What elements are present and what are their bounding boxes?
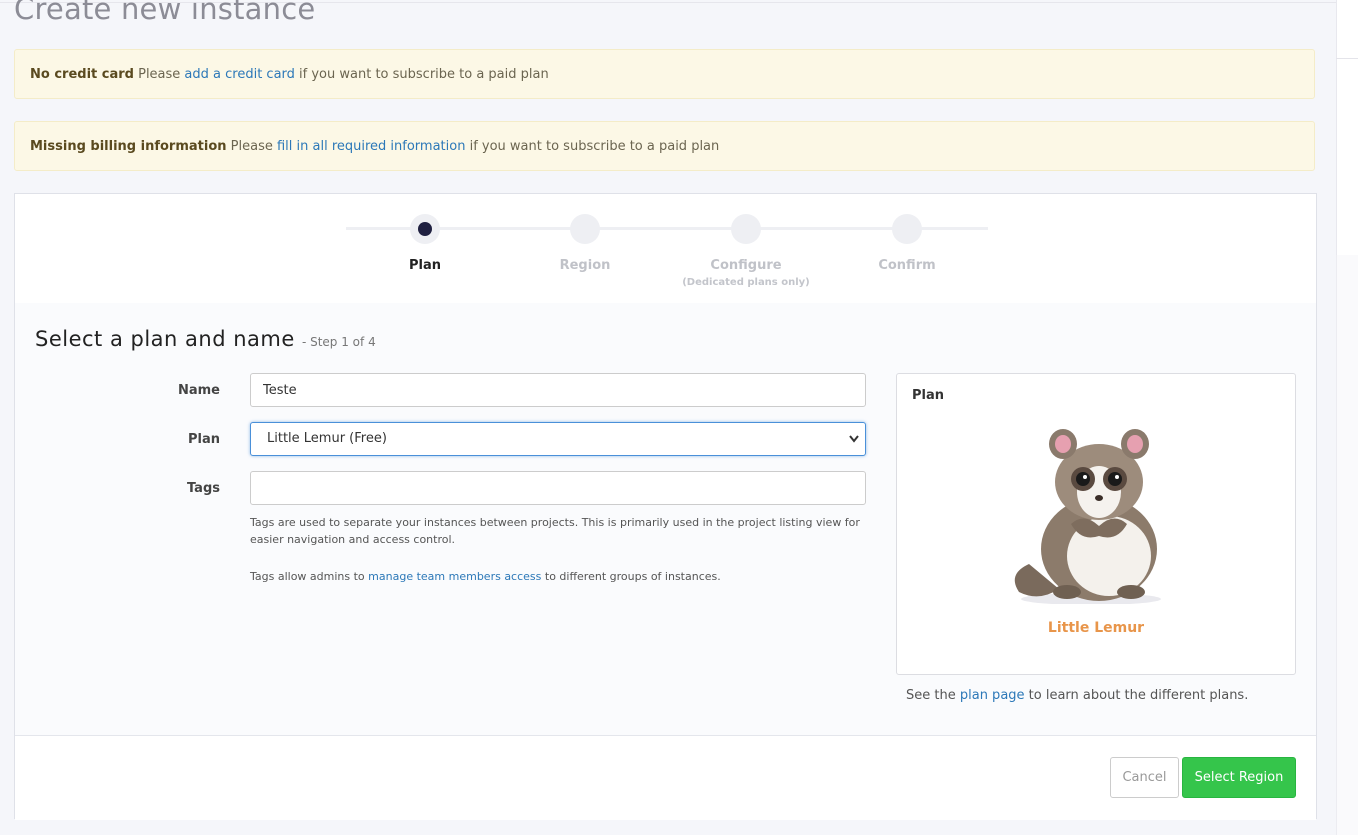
cancel-button[interactable]: Cancel	[1110, 757, 1179, 798]
lemur-illustration	[999, 424, 1199, 608]
right-edge-strip	[1336, 0, 1358, 835]
plan-name: Little Lemur	[1047, 620, 1145, 636]
plan-card: Plan Little Lemur	[896, 373, 1296, 675]
tags-label: Tags	[186, 481, 220, 496]
step-label-region: Region	[559, 258, 611, 273]
chevron-down-icon	[849, 423, 859, 469]
section-title-text: Select a plan and name	[35, 327, 295, 351]
alert-missing-billing: Missing billing information Please fill …	[14, 121, 1315, 171]
help-text-post: to different groups of instances.	[541, 570, 721, 583]
alert-text-post: if you want to subscribe to a paid plan	[465, 139, 720, 154]
name-label: Name	[177, 383, 220, 398]
plan-note-pre: See the	[906, 688, 960, 703]
panel-footer: Cancel Select Region	[15, 735, 1316, 820]
alert-text-pre: Please	[226, 139, 277, 154]
step-dot-plan	[410, 214, 440, 244]
name-input[interactable]	[250, 373, 866, 407]
plan-note-post: to learn about the different plans.	[1024, 688, 1249, 703]
manage-team-access-link[interactable]: manage team members access	[368, 570, 541, 583]
alert-strong: No credit card	[30, 67, 134, 82]
plan-page-note: See the plan page to learn about the dif…	[906, 688, 1248, 703]
plan-select-value: Little Lemur (Free)	[267, 431, 387, 446]
step-dot-configure	[731, 214, 761, 244]
step-dot-confirm	[892, 214, 922, 244]
alert-strong: Missing billing information	[30, 139, 227, 154]
tags-help-text: Tags are used to separate your instances…	[250, 516, 860, 546]
step-body: Select a plan and name - Step 1 of 4 Nam…	[15, 303, 1316, 735]
step-dot-region	[570, 214, 600, 244]
alert-text-pre: Please	[133, 67, 185, 82]
step-label-plan: Plan	[408, 258, 441, 273]
step-label-confirm: Confirm	[878, 258, 936, 273]
add-credit-card-link[interactable]: add a credit card	[184, 67, 294, 82]
section-title: Select a plan and name - Step 1 of 4	[35, 327, 376, 351]
step-sublabel-configure: (Dedicated plans only)	[682, 277, 810, 288]
create-instance-panel: Plan Region Configure (Dedicated plans o…	[14, 193, 1317, 820]
page-title: Create new instance	[14, 0, 316, 26]
plan-label: Plan	[187, 432, 220, 447]
plan-card-title: Plan	[912, 388, 945, 403]
help-text-pre: Tags allow admins to	[250, 570, 369, 583]
fill-required-info-link[interactable]: fill in all required information	[277, 139, 465, 154]
select-region-button[interactable]: Select Region	[1182, 757, 1296, 798]
tags-input[interactable]	[250, 471, 866, 505]
tags-admin-help: Tags allow admins to manage team members…	[250, 568, 870, 585]
step-label-configure: Configure	[710, 258, 782, 273]
alert-text-post: if you want to subscribe to a paid plan	[294, 67, 549, 82]
plan-page-link[interactable]: plan page	[960, 688, 1025, 703]
plan-select[interactable]: Little Lemur (Free)	[250, 422, 866, 456]
section-step-text: - Step 1 of 4	[301, 335, 376, 349]
wizard-steps: Plan Region Configure (Dedicated plans o…	[15, 194, 1316, 304]
alert-no-credit-card: No credit card Please add a credit card …	[14, 49, 1315, 99]
